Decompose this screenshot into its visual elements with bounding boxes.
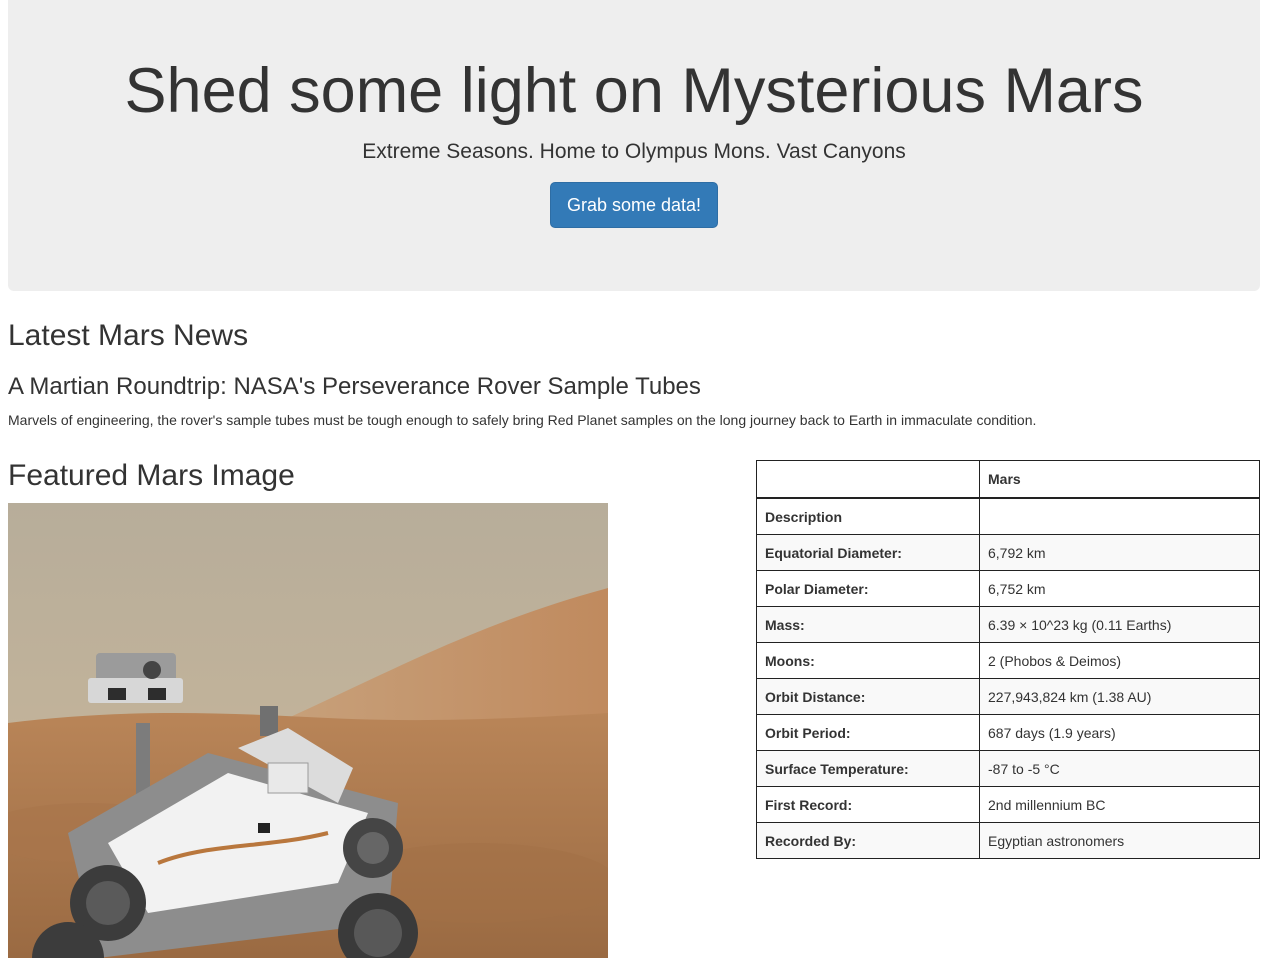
fact-label: Surface Temperature: [756,750,980,787]
page-title: Shed some light on Mysterious Mars [124,56,1144,126]
fact-value: 227,943,824 km (1.38 AU) [979,678,1260,715]
table-header-row: Mars [756,460,1260,499]
fact-value: 2 (Phobos & Deimos) [979,642,1260,679]
fact-label: Equatorial Diameter: [756,534,980,571]
fact-value: 6,752 km [979,570,1260,607]
fact-value: 6,792 km [979,534,1260,571]
fact-label: Polar Diameter: [756,570,980,607]
mars-facts-table: Mars Description Equatorial Diameter: 6,… [756,460,1260,859]
table-row: Moons: 2 (Phobos & Deimos) [756,642,1260,679]
fact-label: Mass: [756,606,980,643]
fact-value: -87 to -5 °C [979,750,1260,787]
fact-label: Orbit Distance: [756,678,980,715]
fact-label: Recorded By: [756,822,980,859]
fact-value: 2nd millennium BC [979,786,1260,823]
featured-image-heading: Featured Mars Image [8,459,295,492]
table-row: First Record: 2nd millennium BC [756,786,1260,823]
fact-value: Egyptian astronomers [979,822,1260,859]
fact-label: Orbit Period: [756,714,980,751]
table-row: Mass: 6.39 × 10^23 kg (0.11 Earths) [756,606,1260,643]
fact-label: Description [756,497,980,535]
table-row: Orbit Period: 687 days (1.9 years) [756,714,1260,751]
grab-data-button[interactable]: Grab some data! [550,182,718,228]
fact-label: First Record: [756,786,980,823]
table-row: Orbit Distance: 227,943,824 km (1.38 AU) [756,678,1260,715]
fact-label: Moons: [756,642,980,679]
fact-value: 6.39 × 10^23 kg (0.11 Earths) [979,606,1260,643]
fact-value: 687 days (1.9 years) [979,714,1260,751]
table-row: Description [756,497,1260,535]
table-header-cell [756,460,980,499]
news-title: A Martian Roundtrip: NASA's Perseverance… [8,373,701,400]
page-subtitle: Extreme Seasons. Home to Olympus Mons. V… [362,140,906,163]
featured-mars-image [8,503,608,958]
table-row: Recorded By: Egyptian astronomers [756,822,1260,859]
table-row: Surface Temperature: -87 to -5 °C [756,750,1260,787]
news-paragraph: Marvels of engineering, the rover's samp… [8,412,1037,428]
jumbotron: Shed some light on Mysterious Mars Extre… [8,0,1260,291]
fact-value [979,497,1260,535]
table-header-cell: Mars [979,460,1260,499]
table-row: Equatorial Diameter: 6,792 km [756,534,1260,571]
table-row: Polar Diameter: 6,752 km [756,570,1260,607]
news-section-heading: Latest Mars News [8,319,249,352]
